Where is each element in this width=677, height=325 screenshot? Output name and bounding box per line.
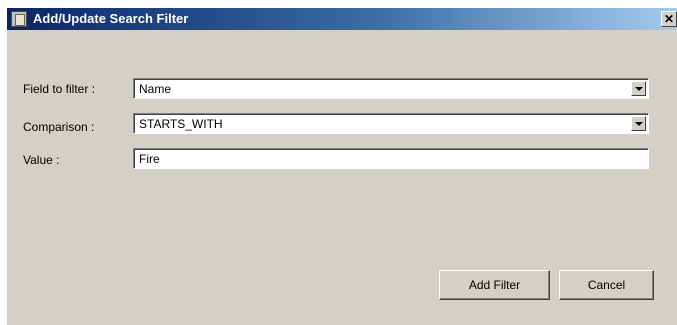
field-to-filter-dropdown[interactable]: Name	[133, 78, 649, 99]
cancel-button[interactable]: Cancel	[559, 270, 654, 300]
close-button[interactable]: ✕	[661, 11, 677, 27]
title-bar: Add/Update Search Filter ✕	[7, 8, 677, 30]
value-input-text: Fire	[139, 152, 160, 166]
close-icon: ✕	[663, 12, 675, 26]
add-filter-button[interactable]: Add Filter	[439, 270, 550, 300]
comparison-dropdown[interactable]: STARTS_WITH	[133, 113, 649, 134]
field-to-filter-label: Field to filter :	[23, 82, 96, 96]
value-input[interactable]: Fire	[133, 148, 649, 169]
field-to-filter-value: Name	[139, 82, 172, 96]
dialog-body: Field to filter : Name Comparison : STAR…	[7, 30, 677, 325]
chevron-down-icon[interactable]	[631, 81, 646, 96]
comparison-value: STARTS_WITH	[139, 117, 223, 131]
chevron-down-icon[interactable]	[631, 116, 646, 131]
comparison-label: Comparison :	[23, 120, 95, 134]
value-label: Value :	[23, 153, 60, 167]
window-title: Add/Update Search Filter	[33, 11, 189, 26]
app-window-icon	[11, 11, 27, 27]
